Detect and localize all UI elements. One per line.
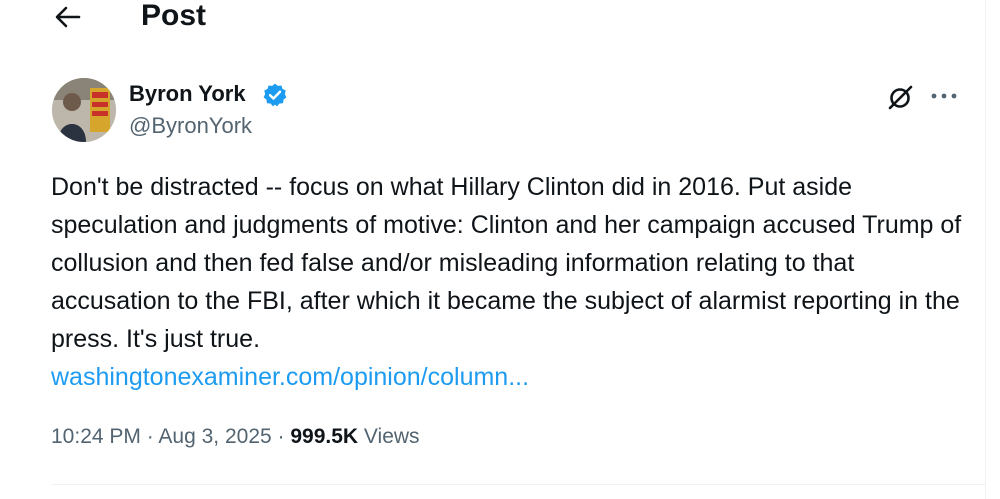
post-header: Post	[0, 0, 1000, 40]
author-handle[interactable]: @ByronYork	[129, 112, 252, 140]
more-options-button[interactable]	[928, 82, 960, 110]
divider	[51, 484, 986, 485]
verified-badge-icon	[263, 83, 287, 107]
back-button[interactable]	[50, 0, 86, 34]
avatar[interactable]	[52, 78, 116, 142]
meta-separator: ·	[140, 425, 159, 448]
page-title: Post	[141, 0, 207, 32]
arrow-left-icon	[55, 6, 81, 28]
grok-button[interactable]	[886, 82, 916, 112]
tweet-meta: 10:24 PM · Aug 3, 2025 · 999.5K Views	[51, 421, 420, 453]
tweet-time[interactable]: 10:24 PM	[51, 425, 141, 448]
tweet-body: Don't be distracted -- focus on what Hil…	[51, 168, 971, 396]
avatar-image	[52, 78, 116, 142]
author-name[interactable]: Byron York	[129, 80, 246, 108]
views-label: Views	[363, 425, 420, 448]
tweet-text: Don't be distracted -- focus on what Hil…	[51, 173, 962, 353]
more-horizontal-icon	[931, 93, 957, 99]
grok-icon	[888, 85, 913, 110]
tweet-link[interactable]: washingtonexaminer.com/opinion/column...	[51, 358, 529, 396]
views-count[interactable]: 999.5K	[290, 425, 358, 448]
tweet-date[interactable]: Aug 3, 2025	[158, 425, 271, 448]
column-border	[985, 0, 986, 499]
meta-separator: ·	[271, 425, 291, 448]
